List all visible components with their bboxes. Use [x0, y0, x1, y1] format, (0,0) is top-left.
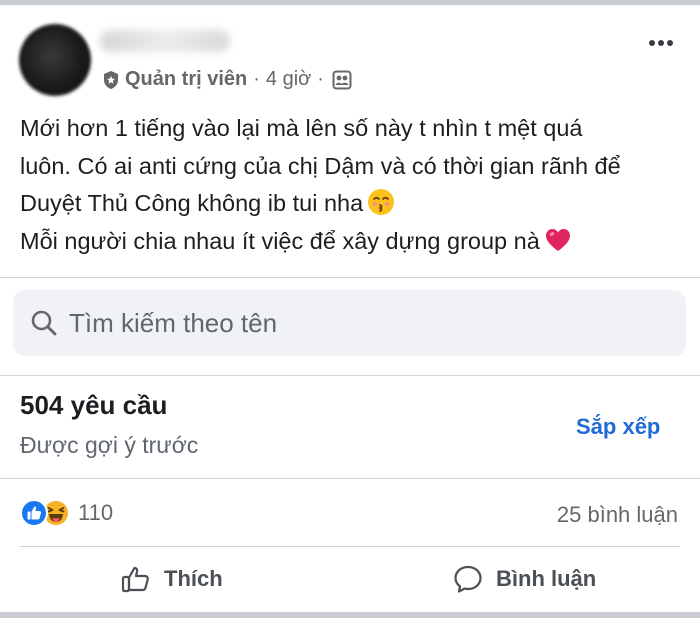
- meta-separator: ·: [253, 68, 260, 90]
- post-line-text: Mỗi người chia nhau ít việc để xây dựng …: [20, 227, 540, 254]
- divider: [20, 546, 680, 547]
- post-line: Mới hơn 1 tiếng vào lại mà lên số này t …: [20, 115, 583, 141]
- post-meta: Quản trị viên · 4 giờ ·: [102, 68, 352, 91]
- post-card: Quản trị viên · 4 giờ · Mới hơn 1 tiếng …: [0, 0, 700, 618]
- more-options-icon[interactable]: [649, 40, 673, 46]
- post-line-text: Duyệt Thủ Công không ib tui nha: [20, 190, 364, 216]
- reaction-summary[interactable]: 110: [20, 499, 113, 527]
- like-reaction-icon: [20, 499, 48, 527]
- post-time[interactable]: 4 giờ: [266, 68, 311, 91]
- thumbs-up-icon: [121, 566, 149, 593]
- post-line: luôn. Có ai anti cứng của chị Dậm và có …: [20, 152, 621, 179]
- kissing-face-icon: [368, 189, 395, 215]
- post-body: Mới hơn 1 tiếng vào lại mà lên số này t …: [20, 110, 685, 260]
- search-input[interactable]: Tìm kiếm theo tên: [13, 290, 686, 356]
- divider: [0, 375, 700, 376]
- comment-button[interactable]: Bình luận: [452, 563, 596, 595]
- request-count: 504 yêu cầu: [20, 390, 168, 420]
- sort-button[interactable]: Sắp xếp: [576, 414, 660, 440]
- comment-label: Bình luận: [496, 566, 597, 591]
- comment-count[interactable]: 25 bình luận: [557, 502, 678, 528]
- post-line: Duyệt Thủ Công không ib tui nha: [20, 185, 685, 223]
- post-line: Mỗi người chia nhau ít việc để xây dựng …: [20, 223, 685, 261]
- reaction-count: 110: [78, 500, 114, 525]
- group-audience-icon: [332, 70, 352, 89]
- like-button[interactable]: Thích: [120, 563, 223, 595]
- search-icon: [31, 310, 57, 336]
- search-placeholder: Tìm kiếm theo tên: [69, 307, 278, 338]
- author-name-blurred[interactable]: [100, 30, 230, 52]
- like-label: Thích: [164, 566, 223, 591]
- admin-shield-icon: [104, 70, 118, 89]
- request-subtitle: Được gợi ý trước: [20, 432, 199, 458]
- divider: [0, 277, 700, 278]
- divider: [0, 478, 700, 479]
- top-border: [0, 0, 700, 5]
- comment-bubble-icon: [454, 565, 482, 593]
- bottom-border: [0, 612, 700, 618]
- red-heart-icon: [545, 228, 570, 251]
- author-role: Quản trị viên: [125, 68, 248, 90]
- meta-separator: ·: [317, 68, 324, 90]
- avatar[interactable]: [19, 24, 91, 96]
